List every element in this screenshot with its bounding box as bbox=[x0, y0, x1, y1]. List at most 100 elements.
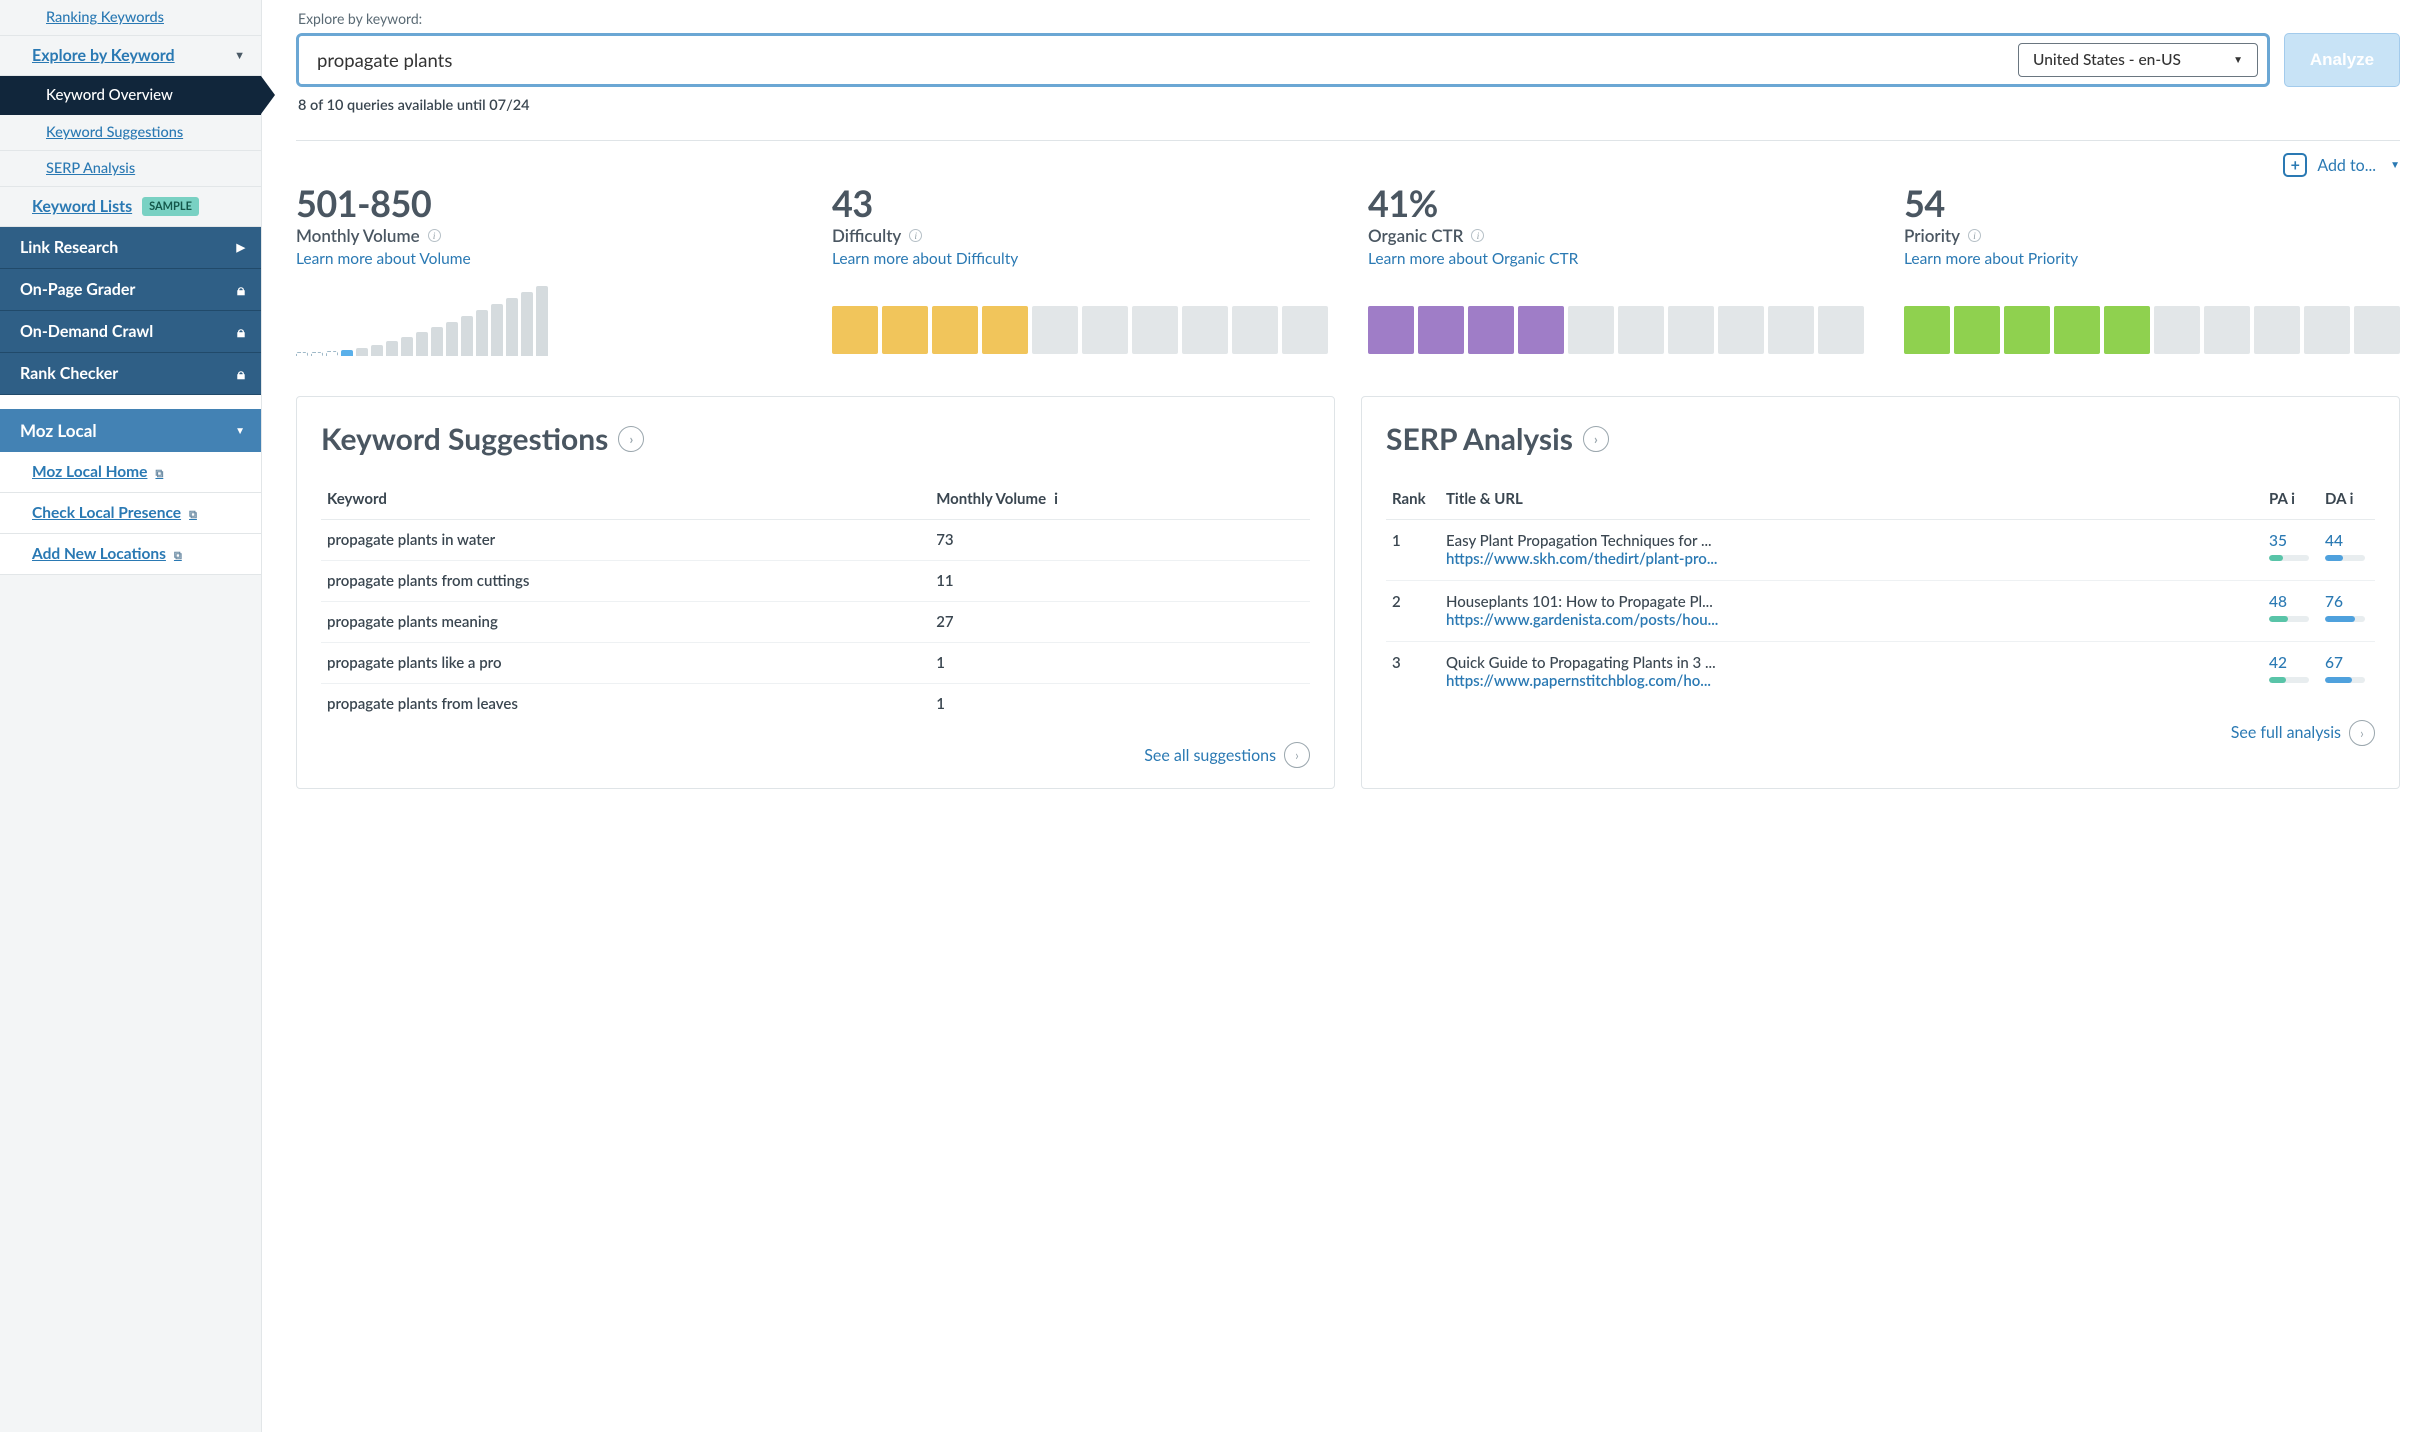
sidebar-rank-checker[interactable]: Rank Checker 🔒︎ bbox=[0, 353, 261, 395]
info-icon[interactable]: i bbox=[1471, 229, 1484, 242]
locale-select[interactable]: United States - en-US ▼ bbox=[2018, 43, 2258, 77]
sidebar-link-research[interactable]: Link Research ▶ bbox=[0, 227, 261, 269]
meter-segment bbox=[1518, 306, 1564, 354]
see-full-analysis-link[interactable]: See full analysis › bbox=[2231, 720, 2375, 746]
keyword-lists-label: Keyword Lists bbox=[32, 197, 132, 216]
col-volume: Monthly Volume bbox=[936, 490, 1046, 508]
learn-ctr-link[interactable]: Learn more about Organic CTR bbox=[1368, 250, 1578, 268]
suggestion-row[interactable]: propagate plants from leaves1 bbox=[321, 684, 1310, 725]
sidebar-keyword-suggestions[interactable]: Keyword Suggestions bbox=[0, 115, 261, 151]
locale-value: United States - en-US bbox=[2033, 51, 2181, 69]
serp-result-title: Quick Guide to Propagating Plants in 3 .… bbox=[1446, 654, 1726, 672]
meter-segment bbox=[982, 306, 1028, 354]
learn-volume-link[interactable]: Learn more about Volume bbox=[296, 250, 471, 268]
keyword-search-box: United States - en-US ▼ bbox=[296, 33, 2270, 87]
volume-sparkline bbox=[296, 286, 792, 356]
serp-da: 76 bbox=[2325, 593, 2343, 611]
serp-pa: 35 bbox=[2269, 532, 2287, 550]
add-to-dropdown[interactable]: + Add to... ▼ bbox=[2283, 153, 2400, 177]
caret-down-icon: ▼ bbox=[2390, 159, 2400, 171]
serp-rank: 1 bbox=[1386, 519, 1440, 580]
sidebar-moz-local-group[interactable]: Moz Local ▼ bbox=[0, 409, 261, 452]
da-bar bbox=[2325, 555, 2365, 561]
learn-difficulty-link[interactable]: Learn more about Difficulty bbox=[832, 250, 1018, 268]
meter-segment bbox=[2254, 306, 2300, 354]
sidebar-explore-by-keyword-group[interactable]: Explore by Keyword ▼ bbox=[0, 36, 261, 76]
meter-segment bbox=[1032, 306, 1078, 354]
sidebar-on-demand-crawl[interactable]: On-Demand Crawl 🔒︎ bbox=[0, 311, 261, 353]
meter-segment bbox=[1904, 306, 1950, 354]
suggestion-keyword: propagate plants from leaves bbox=[321, 684, 930, 725]
meter-segment bbox=[2054, 306, 2100, 354]
serp-da: 67 bbox=[2325, 654, 2343, 672]
external-link-icon: ⧉ bbox=[189, 508, 197, 522]
suggestion-keyword: propagate plants meaning bbox=[321, 602, 930, 643]
info-icon[interactable]: i bbox=[2291, 490, 2295, 508]
da-bar bbox=[2325, 677, 2365, 683]
caret-down-icon: ▼ bbox=[234, 49, 245, 62]
priority-bars bbox=[1904, 294, 2400, 354]
sidebar-check-local-presence[interactable]: Check Local Presence⧉ bbox=[0, 493, 261, 534]
difficulty-value: 43 bbox=[832, 185, 1328, 223]
volume-bar bbox=[416, 332, 428, 356]
meter-segment bbox=[1232, 306, 1278, 354]
lock-icon: 🔒︎ bbox=[237, 323, 245, 341]
info-icon[interactable]: i bbox=[1054, 490, 1058, 508]
sidebar-ranking-keywords[interactable]: Ranking Keywords bbox=[0, 0, 261, 36]
caret-down-icon: ▼ bbox=[2233, 54, 2243, 66]
external-link-icon: ⧉ bbox=[155, 467, 163, 481]
metric-ctr: 41% Organic CTRi Learn more about Organi… bbox=[1368, 185, 1864, 356]
serp-result-url[interactable]: https://www.gardenista.com/posts/hou... bbox=[1446, 611, 1726, 629]
learn-priority-link[interactable]: Learn more about Priority bbox=[1904, 250, 2078, 268]
keyword-suggestions-panel: Keyword Suggestions › Keyword Monthly Vo… bbox=[296, 396, 1335, 790]
serp-result-url[interactable]: https://www.papernstitchblog.com/ho... bbox=[1446, 672, 1726, 690]
caret-down-icon: ▼ bbox=[235, 425, 245, 437]
meter-segment bbox=[882, 306, 928, 354]
sidebar-moz-local-home[interactable]: Moz Local Home⧉ bbox=[0, 452, 261, 493]
lock-icon: 🔒︎ bbox=[237, 281, 245, 299]
meter-segment bbox=[1718, 306, 1764, 354]
chevron-right-icon: › bbox=[2349, 720, 2375, 746]
analyze-button[interactable]: Analyze bbox=[2284, 33, 2400, 87]
sidebar-keyword-overview[interactable]: Keyword Overview bbox=[0, 76, 261, 115]
serp-result-title: Houseplants 101: How to Propagate Pl... bbox=[1446, 593, 1726, 611]
expand-suggestions-icon[interactable]: › bbox=[618, 426, 644, 452]
suggestion-volume: 73 bbox=[930, 520, 1310, 561]
info-icon[interactable]: i bbox=[428, 229, 441, 242]
priority-value: 54 bbox=[1904, 185, 2400, 223]
sidebar-keyword-lists[interactable]: Keyword Lists SAMPLE bbox=[0, 187, 261, 227]
meter-segment bbox=[1418, 306, 1464, 354]
sidebar-serp-analysis[interactable]: SERP Analysis bbox=[0, 151, 261, 187]
volume-bar bbox=[431, 327, 443, 356]
info-icon[interactable]: i bbox=[1968, 229, 1981, 242]
col-da: DA bbox=[2325, 490, 2346, 508]
suggestion-row[interactable]: propagate plants in water73 bbox=[321, 520, 1310, 561]
suggestion-row[interactable]: propagate plants meaning27 bbox=[321, 602, 1310, 643]
meter-segment bbox=[1954, 306, 2000, 354]
keyword-input[interactable] bbox=[299, 36, 2009, 84]
sidebar-explore-label: Explore by Keyword bbox=[32, 46, 175, 65]
serp-analysis-panel: SERP Analysis › Rank Title & URL PA i DA… bbox=[1361, 396, 2400, 790]
sidebar-add-new-locations[interactable]: Add New Locations⧉ bbox=[0, 534, 261, 575]
serp-pa: 42 bbox=[2269, 654, 2287, 672]
suggestion-row[interactable]: propagate plants from cuttings11 bbox=[321, 561, 1310, 602]
info-icon[interactable]: i bbox=[2350, 490, 2354, 508]
serp-rank: 3 bbox=[1386, 641, 1440, 702]
external-link-icon: ⧉ bbox=[174, 549, 182, 563]
col-keyword: Keyword bbox=[321, 479, 930, 520]
info-icon[interactable]: i bbox=[909, 229, 922, 242]
suggestions-table: Keyword Monthly Volume i propagate plants… bbox=[321, 479, 1310, 725]
meter-segment bbox=[2354, 306, 2400, 354]
meter-segment bbox=[1282, 306, 1328, 354]
serp-row: 1Easy Plant Propagation Techniques for .… bbox=[1386, 519, 2375, 580]
see-all-suggestions-link[interactable]: See all suggestions › bbox=[1144, 742, 1310, 768]
volume-bar bbox=[356, 348, 368, 356]
volume-bar bbox=[326, 351, 338, 356]
expand-serp-icon[interactable]: › bbox=[1583, 426, 1609, 452]
suggestion-keyword: propagate plants from cuttings bbox=[321, 561, 930, 602]
serp-result-url[interactable]: https://www.skh.com/thedirt/plant-pro... bbox=[1446, 550, 1726, 568]
meter-segment bbox=[1082, 306, 1128, 354]
sidebar-on-page-grader[interactable]: On-Page Grader 🔒︎ bbox=[0, 269, 261, 311]
suggestion-row[interactable]: propagate plants like a pro1 bbox=[321, 643, 1310, 684]
meter-segment bbox=[1818, 306, 1864, 354]
